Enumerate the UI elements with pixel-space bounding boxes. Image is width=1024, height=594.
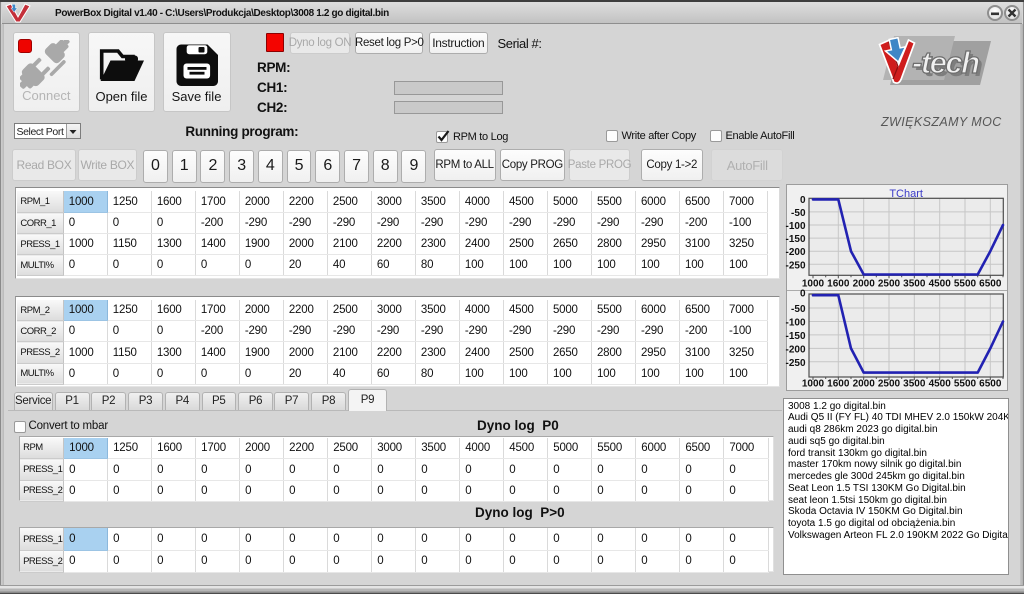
svg-text:-150: -150 bbox=[785, 331, 805, 342]
svg-text:0: 0 bbox=[800, 289, 806, 300]
svg-text:-200: -200 bbox=[785, 344, 805, 355]
svg-text:1600: 1600 bbox=[827, 379, 850, 390]
svg-text:-100: -100 bbox=[785, 318, 805, 329]
svg-text:-250: -250 bbox=[785, 358, 805, 369]
svg-text:2500: 2500 bbox=[878, 379, 901, 390]
svg-text:3500: 3500 bbox=[903, 379, 926, 390]
svg-text:4500: 4500 bbox=[929, 379, 952, 390]
svg-text:-50: -50 bbox=[791, 304, 806, 315]
svg-text:2000: 2000 bbox=[853, 379, 876, 390]
svg-text:1000: 1000 bbox=[802, 379, 825, 390]
svg-text:5500: 5500 bbox=[954, 379, 977, 390]
svg-text:6500: 6500 bbox=[979, 379, 1002, 390]
